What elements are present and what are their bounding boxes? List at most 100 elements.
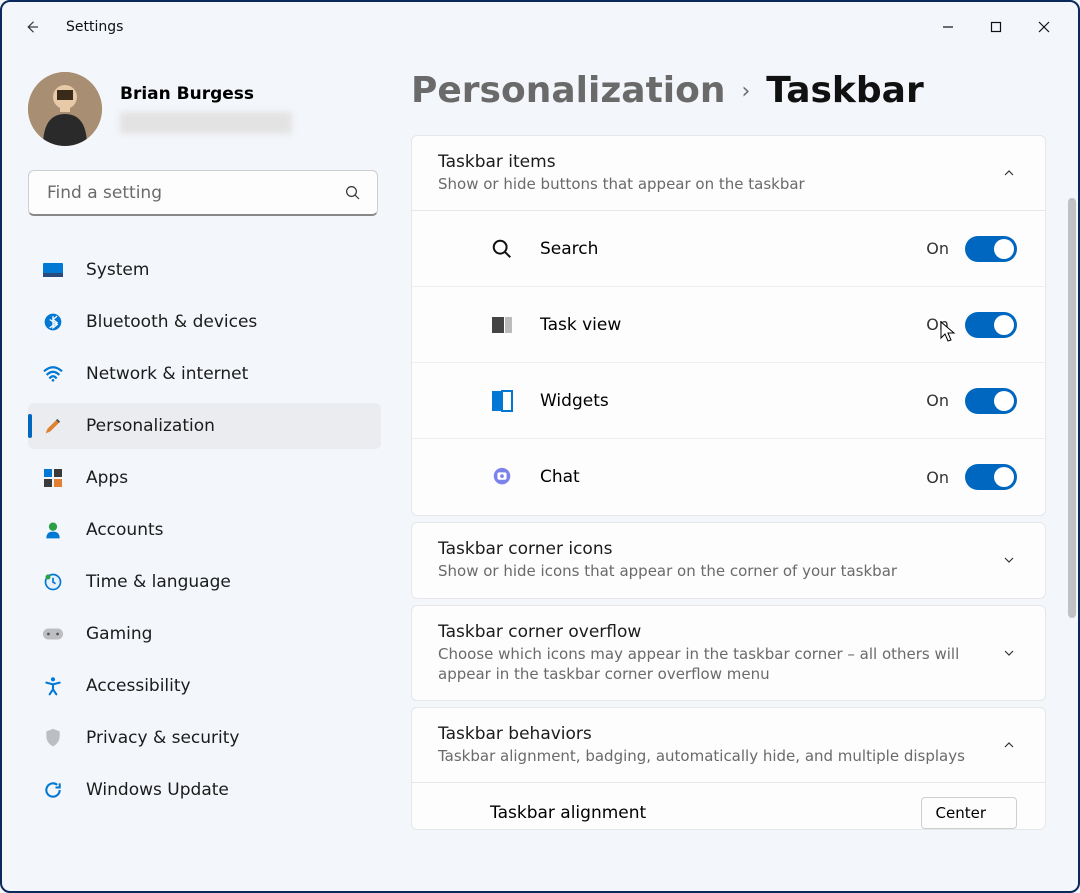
row-widgets: Widgets On <box>412 363 1045 439</box>
nav-label: System <box>86 260 149 280</box>
nav-item-accessibility[interactable]: Accessibility <box>28 663 381 709</box>
nav-item-bluetooth[interactable]: Bluetooth & devices <box>28 299 381 345</box>
nav-label: Network & internet <box>86 364 248 384</box>
toggle-widgets[interactable] <box>965 388 1017 414</box>
avatar <box>28 72 102 146</box>
shield-icon <box>42 727 64 749</box>
row-taskbar-alignment: Taskbar alignment Center <box>412 782 1045 829</box>
chevron-right-icon: › <box>741 79 750 104</box>
card-subtitle: Show or hide icons that appear on the co… <box>438 561 977 581</box>
nav-item-gaming[interactable]: Gaming <box>28 611 381 657</box>
card-subtitle: Show or hide buttons that appear on the … <box>438 174 977 194</box>
row-label: Taskbar alignment <box>490 803 921 823</box>
search-icon <box>490 237 514 261</box>
nav-label: Personalization <box>86 416 215 436</box>
cards-container: Taskbar items Show or hide buttons that … <box>407 135 1064 830</box>
apps-icon <box>42 467 64 489</box>
toggle-task-view[interactable] <box>965 312 1017 338</box>
card-text: Taskbar items Show or hide buttons that … <box>438 152 1001 194</box>
maximize-icon <box>990 21 1002 33</box>
nav-item-update[interactable]: Windows Update <box>28 767 381 813</box>
accounts-icon <box>42 519 64 541</box>
bluetooth-icon <box>42 311 64 333</box>
card-text: Taskbar behaviors Taskbar alignment, bad… <box>438 724 1001 766</box>
toggle-state: On <box>926 391 949 410</box>
card-subtitle: Taskbar alignment, badging, automaticall… <box>438 746 977 766</box>
search-container <box>28 170 378 216</box>
vertical-scrollbar[interactable] <box>1068 198 1076 618</box>
accessibility-icon <box>42 675 64 697</box>
chevron-down-icon <box>1001 552 1017 568</box>
app-title: Settings <box>66 19 123 35</box>
update-icon <box>42 779 64 801</box>
row-label: Task view <box>540 315 926 335</box>
arrow-left-icon <box>23 18 41 36</box>
profile-email-redacted <box>120 112 292 134</box>
card-taskbar-items: Taskbar items Show or hide buttons that … <box>411 135 1046 516</box>
profile-section[interactable]: Brian Burgess <box>28 72 381 146</box>
main-layout: Brian Burgess System Bluetooth & devices… <box>2 52 1078 891</box>
row-label: Search <box>540 239 926 259</box>
row-chat: Chat On <box>412 439 1045 515</box>
chevron-up-icon <box>1001 165 1017 181</box>
card-title: Taskbar items <box>438 152 977 172</box>
card-corner-overflow: Taskbar corner overflow Choose which ico… <box>411 605 1046 702</box>
card-header-corner-overflow[interactable]: Taskbar corner overflow Choose which ico… <box>412 606 1045 701</box>
row-label: Widgets <box>540 391 926 411</box>
card-corner-icons: Taskbar corner icons Show or hide icons … <box>411 522 1046 598</box>
breadcrumb: Personalization › Taskbar <box>407 70 1064 111</box>
toggle-state: On <box>926 315 949 334</box>
nav-item-system[interactable]: System <box>28 247 381 293</box>
back-button[interactable] <box>12 7 52 47</box>
row-task-view: Task view On <box>412 287 1045 363</box>
toggle-search[interactable] <box>965 236 1017 262</box>
breadcrumb-parent[interactable]: Personalization <box>411 70 725 111</box>
brush-icon <box>42 415 64 437</box>
nav-item-accounts[interactable]: Accounts <box>28 507 381 553</box>
chevron-down-icon <box>1001 645 1017 661</box>
content-area: Personalization › Taskbar Taskbar items … <box>407 52 1078 891</box>
card-text: Taskbar corner icons Show or hide icons … <box>438 539 1001 581</box>
maximize-button[interactable] <box>972 7 1020 47</box>
profile-name: Brian Burgess <box>120 84 292 104</box>
nav-label: Windows Update <box>86 780 229 800</box>
clock-icon <box>42 571 64 593</box>
minimize-button[interactable] <box>924 7 972 47</box>
chevron-up-icon <box>1001 737 1017 753</box>
wifi-icon <box>42 363 64 385</box>
nav-label: Bluetooth & devices <box>86 312 257 332</box>
chat-icon <box>490 465 514 489</box>
nav-label: Accounts <box>86 520 164 540</box>
dropdown-value: Center <box>936 804 987 822</box>
card-header-behaviors[interactable]: Taskbar behaviors Taskbar alignment, bad… <box>412 708 1045 782</box>
nav-label: Accessibility <box>86 676 191 696</box>
search-input[interactable] <box>28 170 378 216</box>
widgets-icon <box>490 389 514 413</box>
card-title: Taskbar corner overflow <box>438 622 977 642</box>
nav-item-privacy[interactable]: Privacy & security <box>28 715 381 761</box>
sidebar: Brian Burgess System Bluetooth & devices… <box>2 52 407 891</box>
toggle-state: On <box>926 239 949 258</box>
toggle-chat[interactable] <box>965 464 1017 490</box>
card-header-corner-icons[interactable]: Taskbar corner icons Show or hide icons … <box>412 523 1045 597</box>
card-title: Taskbar behaviors <box>438 724 977 744</box>
nav-item-personalization[interactable]: Personalization <box>28 403 381 449</box>
card-subtitle: Choose which icons may appear in the tas… <box>438 644 977 685</box>
toggle-state: On <box>926 468 949 487</box>
close-button[interactable] <box>1020 7 1068 47</box>
nav-label: Gaming <box>86 624 152 644</box>
minimize-icon <box>942 21 954 33</box>
task-view-icon <box>490 313 514 337</box>
gamepad-icon <box>42 623 64 645</box>
card-behaviors: Taskbar behaviors Taskbar alignment, bad… <box>411 707 1046 830</box>
dropdown-alignment[interactable]: Center <box>921 797 1018 829</box>
nav-label: Privacy & security <box>86 728 240 748</box>
titlebar: Settings <box>2 2 1078 52</box>
profile-info: Brian Burgess <box>120 84 292 134</box>
nav-item-apps[interactable]: Apps <box>28 455 381 501</box>
nav-item-time[interactable]: Time & language <box>28 559 381 605</box>
card-header-taskbar-items[interactable]: Taskbar items Show or hide buttons that … <box>412 136 1045 210</box>
close-icon <box>1037 20 1051 34</box>
row-search: Search On <box>412 211 1045 287</box>
nav-item-network[interactable]: Network & internet <box>28 351 381 397</box>
